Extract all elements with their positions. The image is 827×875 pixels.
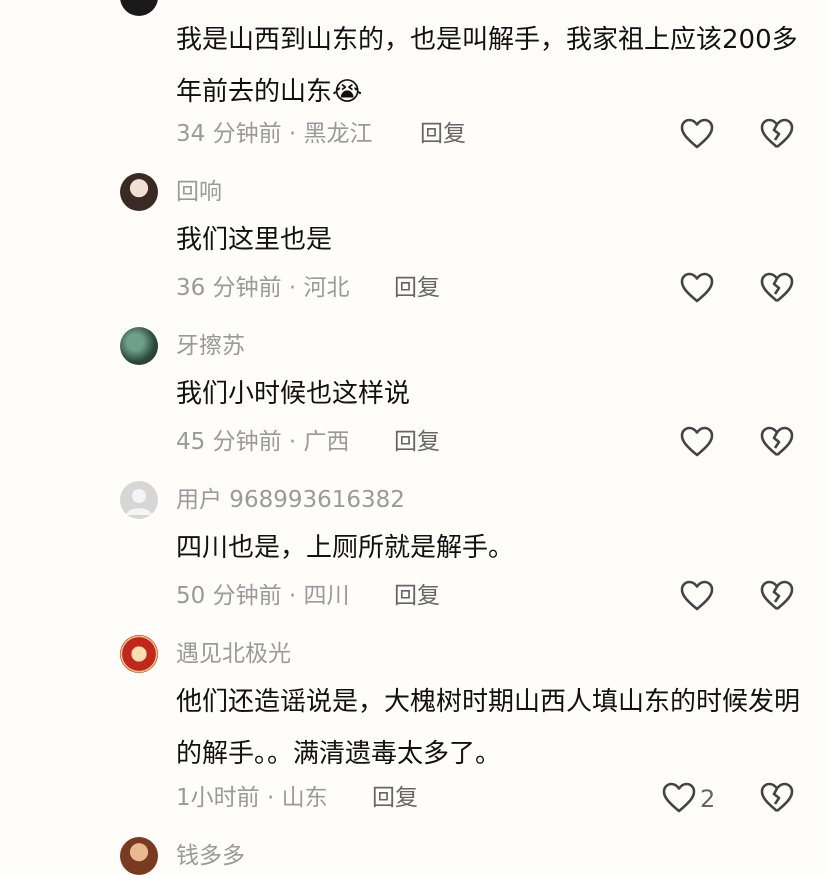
broken-heart-icon[interactable] <box>760 782 794 814</box>
like-heart-icon[interactable] <box>680 118 714 150</box>
reply-button[interactable]: 回复 <box>394 585 440 608</box>
comment-text: 他们还造谣说是，大槐树时期山西人填山东的时候发明的解手。。满清遗毒太多了。 <box>176 687 801 769</box>
avatar[interactable] <box>120 173 158 211</box>
comment-username[interactable]: 遇见北极光 <box>176 643 291 666</box>
broken-heart-icon[interactable] <box>760 426 794 458</box>
like-heart-icon[interactable] <box>680 272 714 304</box>
comment-meta: 45 分钟前 · 广西 <box>176 429 350 455</box>
reply-button[interactable]: 回复 <box>420 123 466 146</box>
avatar[interactable] <box>120 327 158 365</box>
like-count: 2 <box>700 785 716 813</box>
broken-heart-icon[interactable] <box>760 580 794 612</box>
comment-text: 四川也是，上厕所就是解手。 <box>176 533 515 563</box>
comment-text: 我们小时候也这样说 <box>176 379 411 409</box>
comment-meta: 34 分钟前 · 黑龙江 <box>176 121 373 147</box>
avatar[interactable] <box>120 0 158 16</box>
comment-text: 我是山西到山东的，也是叫解手，我家祖上应该200多年前去的山东😭 <box>176 25 798 107</box>
comment-meta: 1小时前 · 山东 <box>176 785 328 811</box>
default-avatar-icon[interactable] <box>120 481 158 519</box>
comment-username[interactable]: 钱多多 <box>176 845 245 868</box>
comment-text: 我们这里也是 <box>176 225 333 255</box>
reply-button[interactable]: 回复 <box>394 431 440 454</box>
reply-button[interactable]: 回复 <box>394 277 440 300</box>
comment-username[interactable]: 牙擦苏 <box>176 335 245 358</box>
comment-meta: 36 分钟前 · 河北 <box>176 275 350 301</box>
avatar[interactable] <box>120 635 158 673</box>
like-heart-icon[interactable] <box>680 426 714 458</box>
comment-username[interactable]: 回响 <box>176 181 222 204</box>
crying-emoji-icon: 😭 <box>332 77 363 107</box>
comment-meta: 50 分钟前 · 四川 <box>176 583 350 609</box>
broken-heart-icon[interactable] <box>760 118 794 150</box>
like-heart-icon[interactable] <box>680 580 714 612</box>
comment-username[interactable]: 用户 968993616382 <box>176 489 405 512</box>
avatar[interactable] <box>120 837 158 875</box>
like-heart-icon[interactable] <box>662 782 696 814</box>
broken-heart-icon[interactable] <box>760 272 794 304</box>
reply-button[interactable]: 回复 <box>372 787 418 810</box>
